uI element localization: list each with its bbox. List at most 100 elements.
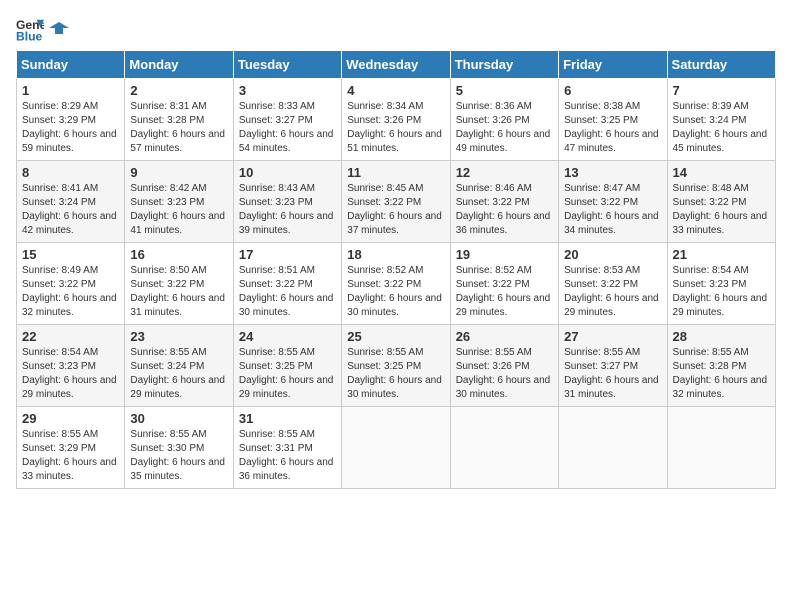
day-detail: Sunrise: 8:47 AM Sunset: 3:22 PM Dayligh… bbox=[564, 183, 659, 236]
calendar-day-cell: 31 Sunrise: 8:55 AM Sunset: 3:31 PM Dayl… bbox=[233, 407, 341, 489]
calendar-week-row: 8 Sunrise: 8:41 AM Sunset: 3:24 PM Dayli… bbox=[17, 161, 776, 243]
day-number: 29 bbox=[22, 411, 119, 426]
calendar-day-cell bbox=[667, 407, 775, 489]
calendar-day-cell: 20 Sunrise: 8:53 AM Sunset: 3:22 PM Dayl… bbox=[559, 243, 667, 325]
calendar-day-cell: 8 Sunrise: 8:41 AM Sunset: 3:24 PM Dayli… bbox=[17, 161, 125, 243]
logo: General Blue bbox=[16, 16, 70, 44]
day-detail: Sunrise: 8:52 AM Sunset: 3:22 PM Dayligh… bbox=[347, 265, 442, 318]
calendar-day-cell: 1 Sunrise: 8:29 AM Sunset: 3:29 PM Dayli… bbox=[17, 79, 125, 161]
calendar-day-cell: 3 Sunrise: 8:33 AM Sunset: 3:27 PM Dayli… bbox=[233, 79, 341, 161]
day-number: 26 bbox=[456, 329, 553, 344]
day-detail: Sunrise: 8:36 AM Sunset: 3:26 PM Dayligh… bbox=[456, 101, 551, 154]
calendar-table: SundayMondayTuesdayWednesdayThursdayFrid… bbox=[16, 50, 776, 489]
calendar-day-cell: 23 Sunrise: 8:55 AM Sunset: 3:24 PM Dayl… bbox=[125, 325, 233, 407]
weekday-header-saturday: Saturday bbox=[667, 51, 775, 79]
day-detail: Sunrise: 8:33 AM Sunset: 3:27 PM Dayligh… bbox=[239, 101, 334, 154]
day-detail: Sunrise: 8:29 AM Sunset: 3:29 PM Dayligh… bbox=[22, 101, 117, 154]
weekday-header-sunday: Sunday bbox=[17, 51, 125, 79]
calendar-day-cell: 29 Sunrise: 8:55 AM Sunset: 3:29 PM Dayl… bbox=[17, 407, 125, 489]
calendar-day-cell: 24 Sunrise: 8:55 AM Sunset: 3:25 PM Dayl… bbox=[233, 325, 341, 407]
calendar-day-cell: 30 Sunrise: 8:55 AM Sunset: 3:30 PM Dayl… bbox=[125, 407, 233, 489]
day-detail: Sunrise: 8:55 AM Sunset: 3:24 PM Dayligh… bbox=[130, 347, 225, 400]
calendar-week-row: 22 Sunrise: 8:54 AM Sunset: 3:23 PM Dayl… bbox=[17, 325, 776, 407]
calendar-day-cell: 19 Sunrise: 8:52 AM Sunset: 3:22 PM Dayl… bbox=[450, 243, 558, 325]
calendar-day-cell: 6 Sunrise: 8:38 AM Sunset: 3:25 PM Dayli… bbox=[559, 79, 667, 161]
day-number: 23 bbox=[130, 329, 227, 344]
day-number: 13 bbox=[564, 165, 661, 180]
day-detail: Sunrise: 8:41 AM Sunset: 3:24 PM Dayligh… bbox=[22, 183, 117, 236]
calendar-day-cell: 5 Sunrise: 8:36 AM Sunset: 3:26 PM Dayli… bbox=[450, 79, 558, 161]
day-number: 18 bbox=[347, 247, 444, 262]
logo-bird-icon bbox=[49, 20, 69, 40]
day-detail: Sunrise: 8:46 AM Sunset: 3:22 PM Dayligh… bbox=[456, 183, 551, 236]
day-number: 16 bbox=[130, 247, 227, 262]
day-detail: Sunrise: 8:42 AM Sunset: 3:23 PM Dayligh… bbox=[130, 183, 225, 236]
day-number: 4 bbox=[347, 83, 444, 98]
calendar-day-cell: 16 Sunrise: 8:50 AM Sunset: 3:22 PM Dayl… bbox=[125, 243, 233, 325]
day-detail: Sunrise: 8:39 AM Sunset: 3:24 PM Dayligh… bbox=[673, 101, 768, 154]
day-number: 8 bbox=[22, 165, 119, 180]
weekday-header-friday: Friday bbox=[559, 51, 667, 79]
calendar-day-cell: 12 Sunrise: 8:46 AM Sunset: 3:22 PM Dayl… bbox=[450, 161, 558, 243]
svg-text:Blue: Blue bbox=[16, 29, 43, 43]
weekday-header-wednesday: Wednesday bbox=[342, 51, 450, 79]
day-detail: Sunrise: 8:55 AM Sunset: 3:31 PM Dayligh… bbox=[239, 429, 334, 482]
day-detail: Sunrise: 8:55 AM Sunset: 3:29 PM Dayligh… bbox=[22, 429, 117, 482]
day-detail: Sunrise: 8:53 AM Sunset: 3:22 PM Dayligh… bbox=[564, 265, 659, 318]
calendar-week-row: 15 Sunrise: 8:49 AM Sunset: 3:22 PM Dayl… bbox=[17, 243, 776, 325]
page-header: General Blue bbox=[16, 16, 776, 44]
day-number: 24 bbox=[239, 329, 336, 344]
day-number: 22 bbox=[22, 329, 119, 344]
calendar-day-cell: 13 Sunrise: 8:47 AM Sunset: 3:22 PM Dayl… bbox=[559, 161, 667, 243]
calendar-day-cell: 14 Sunrise: 8:48 AM Sunset: 3:22 PM Dayl… bbox=[667, 161, 775, 243]
day-number: 10 bbox=[239, 165, 336, 180]
calendar-day-cell: 9 Sunrise: 8:42 AM Sunset: 3:23 PM Dayli… bbox=[125, 161, 233, 243]
day-detail: Sunrise: 8:55 AM Sunset: 3:26 PM Dayligh… bbox=[456, 347, 551, 400]
day-number: 9 bbox=[130, 165, 227, 180]
day-detail: Sunrise: 8:49 AM Sunset: 3:22 PM Dayligh… bbox=[22, 265, 117, 318]
day-number: 14 bbox=[673, 165, 770, 180]
day-number: 20 bbox=[564, 247, 661, 262]
day-detail: Sunrise: 8:54 AM Sunset: 3:23 PM Dayligh… bbox=[673, 265, 768, 318]
day-detail: Sunrise: 8:34 AM Sunset: 3:26 PM Dayligh… bbox=[347, 101, 442, 154]
weekday-header-monday: Monday bbox=[125, 51, 233, 79]
calendar-day-cell: 18 Sunrise: 8:52 AM Sunset: 3:22 PM Dayl… bbox=[342, 243, 450, 325]
calendar-week-row: 29 Sunrise: 8:55 AM Sunset: 3:29 PM Dayl… bbox=[17, 407, 776, 489]
day-number: 21 bbox=[673, 247, 770, 262]
day-number: 27 bbox=[564, 329, 661, 344]
day-detail: Sunrise: 8:50 AM Sunset: 3:22 PM Dayligh… bbox=[130, 265, 225, 318]
day-detail: Sunrise: 8:45 AM Sunset: 3:22 PM Dayligh… bbox=[347, 183, 442, 236]
day-detail: Sunrise: 8:55 AM Sunset: 3:28 PM Dayligh… bbox=[673, 347, 768, 400]
day-detail: Sunrise: 8:55 AM Sunset: 3:25 PM Dayligh… bbox=[347, 347, 442, 400]
day-detail: Sunrise: 8:55 AM Sunset: 3:30 PM Dayligh… bbox=[130, 429, 225, 482]
day-number: 6 bbox=[564, 83, 661, 98]
day-number: 31 bbox=[239, 411, 336, 426]
day-number: 12 bbox=[456, 165, 553, 180]
day-detail: Sunrise: 8:54 AM Sunset: 3:23 PM Dayligh… bbox=[22, 347, 117, 400]
calendar-day-cell: 25 Sunrise: 8:55 AM Sunset: 3:25 PM Dayl… bbox=[342, 325, 450, 407]
calendar-week-row: 1 Sunrise: 8:29 AM Sunset: 3:29 PM Dayli… bbox=[17, 79, 776, 161]
calendar-day-cell bbox=[559, 407, 667, 489]
day-detail: Sunrise: 8:55 AM Sunset: 3:27 PM Dayligh… bbox=[564, 347, 659, 400]
day-number: 1 bbox=[22, 83, 119, 98]
day-number: 15 bbox=[22, 247, 119, 262]
calendar-day-cell: 26 Sunrise: 8:55 AM Sunset: 3:26 PM Dayl… bbox=[450, 325, 558, 407]
day-number: 3 bbox=[239, 83, 336, 98]
calendar-day-cell: 21 Sunrise: 8:54 AM Sunset: 3:23 PM Dayl… bbox=[667, 243, 775, 325]
calendar-day-cell bbox=[342, 407, 450, 489]
calendar-day-cell: 11 Sunrise: 8:45 AM Sunset: 3:22 PM Dayl… bbox=[342, 161, 450, 243]
weekday-header-tuesday: Tuesday bbox=[233, 51, 341, 79]
day-number: 28 bbox=[673, 329, 770, 344]
weekday-header-row: SundayMondayTuesdayWednesdayThursdayFrid… bbox=[17, 51, 776, 79]
day-detail: Sunrise: 8:48 AM Sunset: 3:22 PM Dayligh… bbox=[673, 183, 768, 236]
logo-icon: General Blue bbox=[16, 16, 44, 44]
day-detail: Sunrise: 8:52 AM Sunset: 3:22 PM Dayligh… bbox=[456, 265, 551, 318]
calendar-day-cell: 7 Sunrise: 8:39 AM Sunset: 3:24 PM Dayli… bbox=[667, 79, 775, 161]
day-detail: Sunrise: 8:38 AM Sunset: 3:25 PM Dayligh… bbox=[564, 101, 659, 154]
day-number: 19 bbox=[456, 247, 553, 262]
calendar-day-cell: 28 Sunrise: 8:55 AM Sunset: 3:28 PM Dayl… bbox=[667, 325, 775, 407]
day-number: 7 bbox=[673, 83, 770, 98]
day-number: 2 bbox=[130, 83, 227, 98]
day-number: 30 bbox=[130, 411, 227, 426]
calendar-day-cell: 22 Sunrise: 8:54 AM Sunset: 3:23 PM Dayl… bbox=[17, 325, 125, 407]
